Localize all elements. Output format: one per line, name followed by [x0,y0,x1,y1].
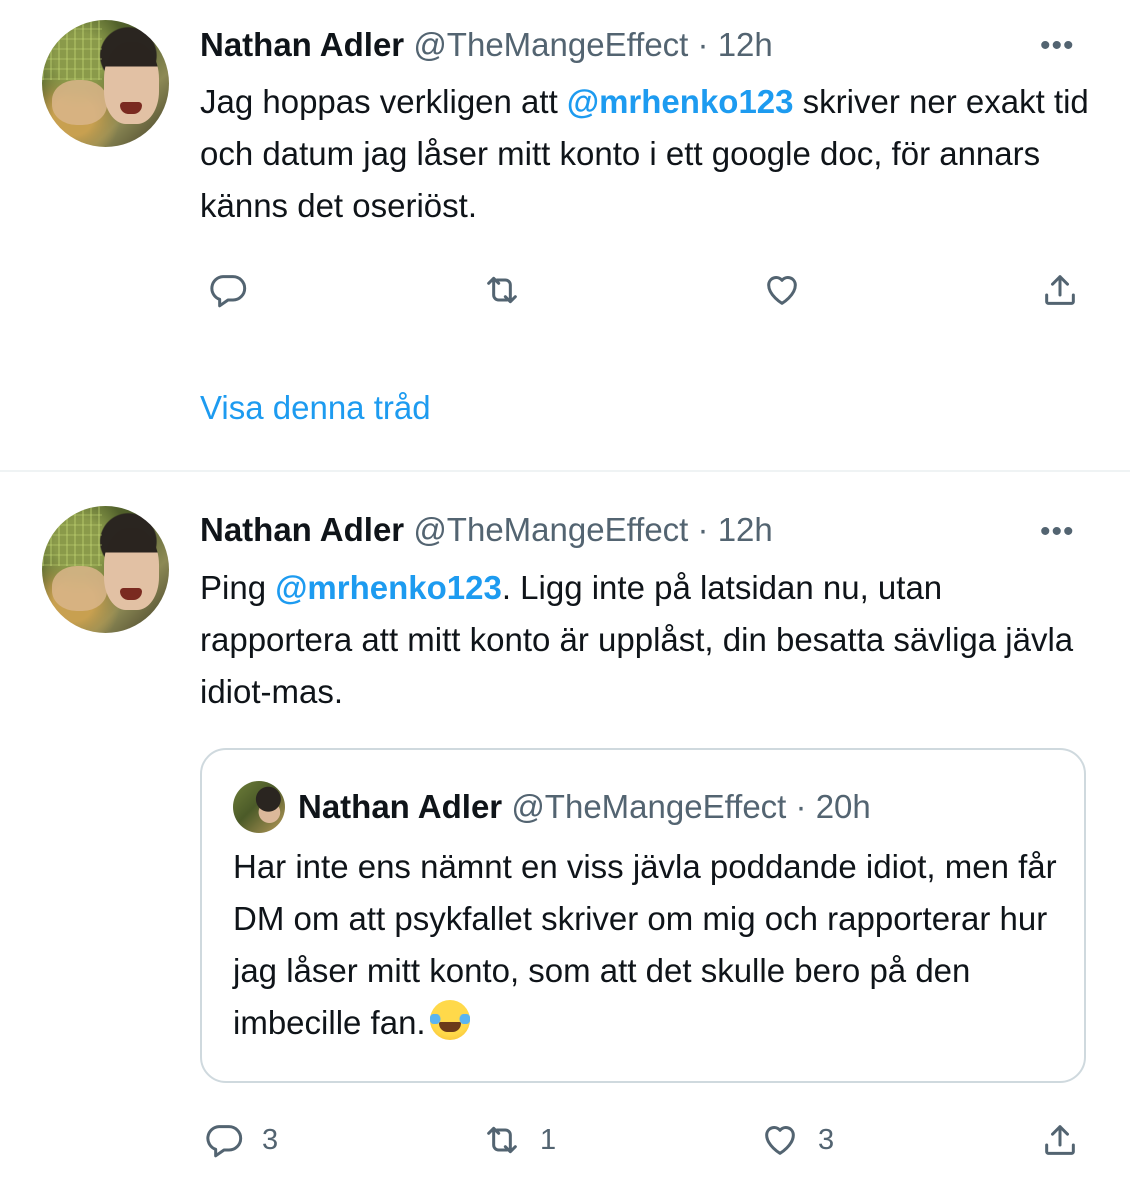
heart-icon [767,276,797,305]
face-with-tears-of-joy-emoji [429,1000,470,1040]
heart-icon [765,1126,795,1155]
tweet-header: Nathan Adler @TheMangeEffect · 12h [200,25,773,65]
avatar[interactable] [42,20,169,147]
quoted-tweet-text: Har inte ens nämnt en viss jävla poddand… [233,841,1063,1049]
mention-link[interactable]: @mrhenko123 [275,569,502,606]
quoted-author-handle: @TheMangeEffect [511,788,787,825]
tweet-text: Ping @mrhenko123. Ligg inte på latsidan … [200,562,1090,718]
quoted-tweet[interactable]: Nathan Adler @TheMangeEffect · 20h Har i… [200,748,1086,1083]
timestamp[interactable]: 12h [718,511,773,548]
reply-button[interactable]: 3 [204,1118,278,1162]
quoted-avatar [233,781,285,833]
separator-dot: · [697,511,709,548]
retweet-button[interactable]: 1 [482,1118,556,1162]
separator-dot: · [795,788,807,825]
share-icon [1045,275,1075,305]
share-button[interactable] [1040,1118,1080,1162]
tweet-text-part: Jag hoppas verkligen att [200,83,567,120]
reply-icon [206,1125,243,1158]
reply-icon [210,275,247,308]
retweet-icon [487,1126,517,1154]
separator-dot: · [697,26,709,63]
author-name[interactable]: Nathan Adler [200,26,404,63]
reply-count: 3 [262,1123,279,1156]
author-handle[interactable]: @TheMangeEffect [413,511,688,548]
avatar[interactable] [42,506,169,633]
retweet-icon [487,276,517,304]
quoted-author-name: Nathan Adler [298,788,503,825]
show-thread-link[interactable]: Visa denna tråd [200,386,431,430]
tweet[interactable]: Nathan Adler @TheMangeEffect · 12h ••• J… [0,0,1130,470]
more-options-icon[interactable]: ••• [1040,517,1075,547]
author-handle[interactable]: @TheMangeEffect [413,26,688,63]
like-button[interactable]: 3 [760,1118,834,1162]
mention-link[interactable]: @mrhenko123 [567,83,794,120]
action-bar: 3 1 3 [200,1118,1100,1162]
reply-button[interactable] [208,268,248,312]
action-bar [200,268,1100,312]
tweet-text: Jag hoppas verkligen att @mrhenko123 skr… [200,76,1090,232]
retweet-button[interactable] [482,268,522,312]
tweet-text-part: Ping [200,569,276,606]
share-icon [1045,1125,1075,1155]
tweet-header: Nathan Adler @TheMangeEffect · 12h [200,510,773,550]
retweet-count: 1 [540,1123,557,1156]
quoted-timestamp: 20h [815,788,871,825]
quoted-text-body: Har inte ens nämnt en viss jävla poddand… [233,848,1057,1041]
share-button[interactable] [1040,268,1080,312]
like-button[interactable] [762,268,802,312]
like-count: 3 [818,1123,835,1156]
quoted-tweet-header: Nathan Adler @TheMangeEffect · 20h [298,787,871,827]
more-options-icon[interactable]: ••• [1040,31,1075,61]
timestamp[interactable]: 12h [718,26,773,63]
author-name[interactable]: Nathan Adler [200,511,404,548]
